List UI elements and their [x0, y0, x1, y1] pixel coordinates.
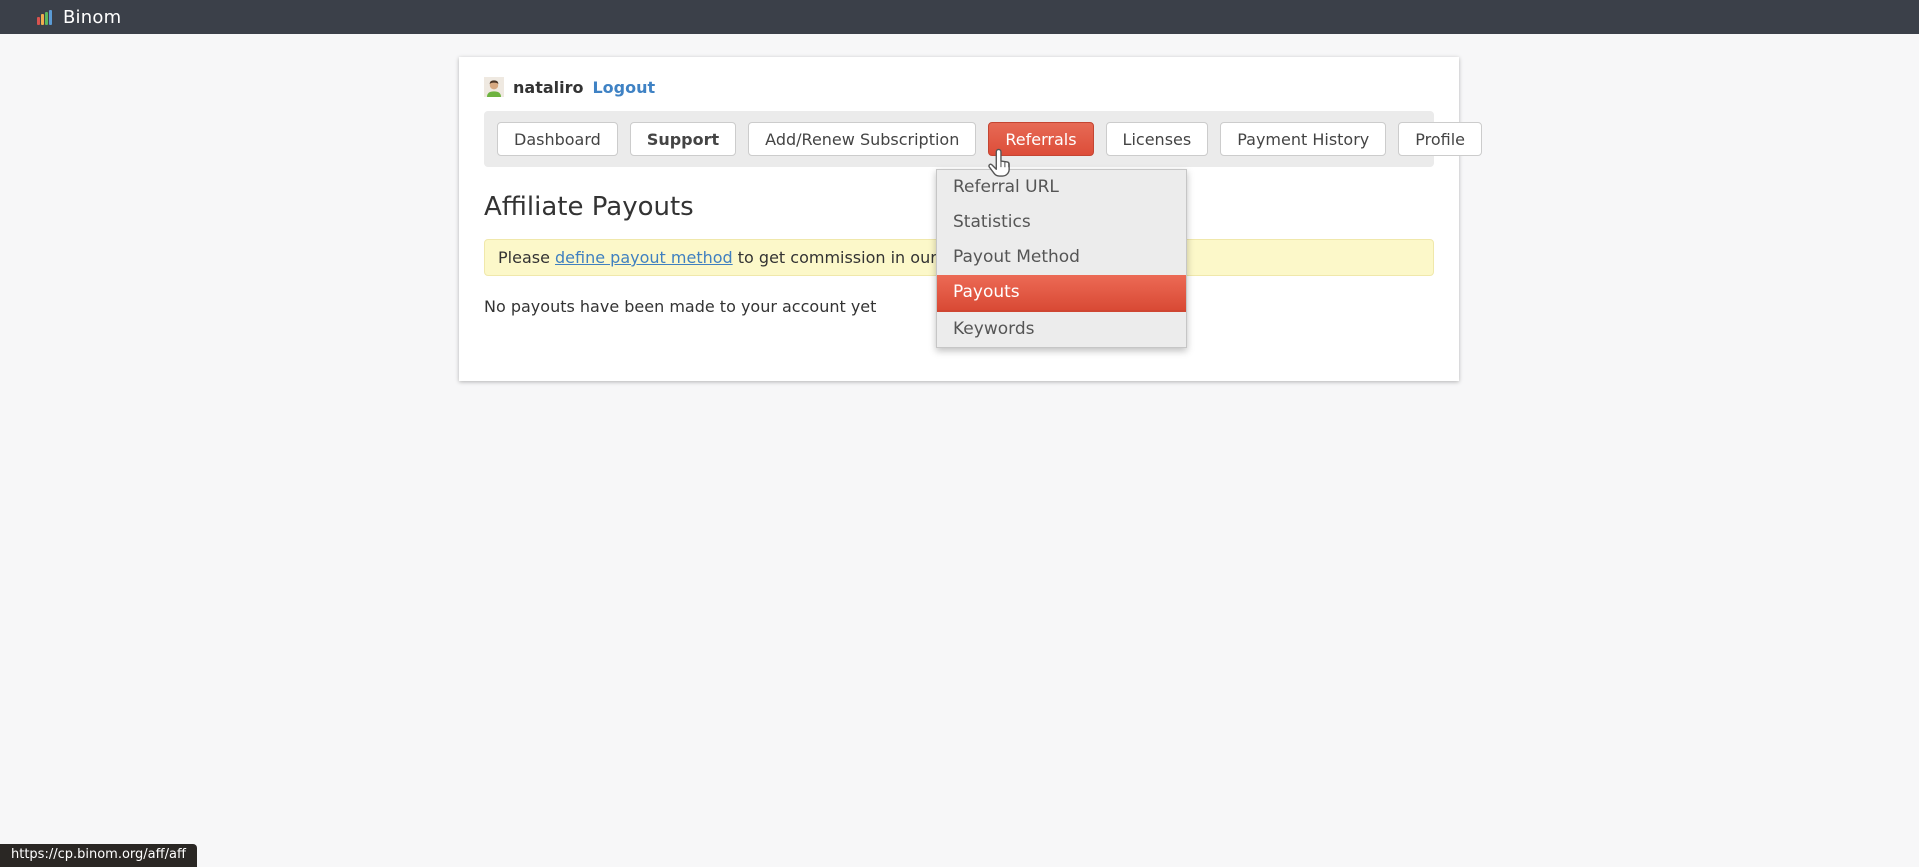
brand-logo: Binom	[37, 7, 121, 28]
logout-link[interactable]: Logout	[592, 78, 655, 97]
link-status-bar: https://cp.binom.org/aff/aff	[0, 844, 197, 867]
dropdown-item-payouts[interactable]: Payouts	[937, 275, 1186, 312]
referrals-dropdown-menu: Referral URL Statistics Payout Method Pa…	[936, 169, 1187, 348]
nav-add-renew-subscription-button[interactable]: Add/Renew Subscription	[748, 122, 976, 156]
define-payout-method-link[interactable]: define payout method	[555, 248, 733, 267]
top-bar: Binom	[0, 0, 1919, 34]
user-row: nataliro Logout	[484, 77, 1434, 97]
user-avatar	[484, 77, 504, 97]
dropdown-item-keywords[interactable]: Keywords	[937, 312, 1186, 347]
notice-text-prefix: Please	[498, 248, 555, 267]
brand-name: Binom	[63, 7, 121, 28]
nav-bar: Dashboard Support Add/Renew Subscription…	[484, 111, 1434, 167]
nav-profile-button[interactable]: Profile	[1398, 122, 1482, 156]
bar-chart-icon	[37, 10, 52, 25]
nav-licenses-button[interactable]: Licenses	[1106, 122, 1209, 156]
dropdown-item-statistics[interactable]: Statistics	[937, 205, 1186, 240]
user-name: nataliro	[513, 78, 583, 97]
dropdown-item-payout-method[interactable]: Payout Method	[937, 240, 1186, 275]
dropdown-item-referral-url[interactable]: Referral URL	[937, 170, 1186, 205]
nav-payment-history-button[interactable]: Payment History	[1220, 122, 1386, 156]
nav-referrals-button[interactable]: Referrals	[988, 122, 1093, 156]
nav-dashboard-button[interactable]: Dashboard	[497, 122, 618, 156]
nav-support-button[interactable]: Support	[630, 122, 736, 156]
